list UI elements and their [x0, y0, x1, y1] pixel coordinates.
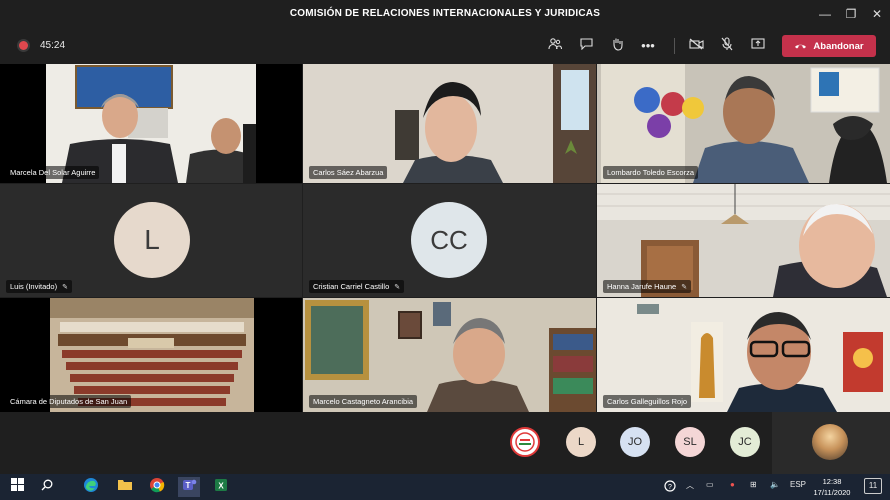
- participant-name-tag: Marcelo Castagneto Arancibia: [309, 395, 418, 408]
- participant-name-tag: Carlos Sáez Abarzua: [309, 166, 388, 179]
- participant-avatar-logo[interactable]: [510, 427, 540, 457]
- notifications-icon[interactable]: 11: [864, 478, 882, 494]
- maximize-icon[interactable]: ❐: [838, 4, 864, 24]
- video-grid: Marcela Del Solar Aguirre Carlos Sáez Ab…: [0, 64, 890, 412]
- participant-name-tag: Luis (Invitado) ✎: [6, 280, 72, 293]
- participant-name-tag: Hanna Jarufe Haune ✎: [603, 280, 692, 293]
- mic-muted-icon: ✎: [62, 283, 68, 291]
- mic-muted-icon: ✎: [394, 283, 401, 291]
- show-hidden-icons-icon[interactable]: ︿: [686, 480, 694, 491]
- video-tile[interactable]: Carlos Sáez Abarzua: [303, 64, 596, 183]
- participant-avatar: L: [114, 202, 190, 278]
- participant-avatar-small[interactable]: JO: [620, 427, 650, 457]
- notification-count: 11: [868, 481, 878, 490]
- camera-off-icon[interactable]: [685, 37, 707, 55]
- mic-muted-icon: ✎: [681, 283, 688, 291]
- minimize-icon[interactable]: —: [812, 4, 838, 24]
- more-options-icon[interactable]: •••: [637, 37, 659, 55]
- title-bar: COMISIÓN DE RELACIONES INTERNACIONALES Y…: [0, 0, 890, 28]
- svg-text:?: ?: [668, 484, 672, 491]
- participant-avatar-small[interactable]: JC: [730, 427, 760, 457]
- taskbar-clock[interactable]: 12:38 17/11/2020: [810, 476, 854, 498]
- network-icon[interactable]: ⊞: [750, 480, 757, 489]
- share-screen-icon[interactable]: [747, 37, 769, 55]
- participant-avatar-small[interactable]: L: [566, 427, 596, 457]
- clock-date: 17/11/2020: [813, 488, 851, 497]
- chrome-icon[interactable]: [146, 477, 168, 497]
- raise-hand-icon[interactable]: [606, 37, 628, 55]
- hangup-icon: [794, 41, 807, 52]
- chat-icon[interactable]: [575, 37, 597, 55]
- clock-time: 12:38: [822, 477, 842, 486]
- video-tile[interactable]: Lombardo Toledo Escorza: [597, 64, 890, 183]
- excel-icon[interactable]: X: [210, 477, 232, 497]
- teams-icon[interactable]: T: [178, 477, 200, 497]
- participant-name-tag: Cristian Carriel Castillo ✎: [309, 280, 405, 293]
- video-tile[interactable]: CC Cristian Carriel Castillo ✎: [303, 184, 596, 297]
- window-title: COMISIÓN DE RELACIONES INTERNACIONALES Y…: [289, 8, 601, 19]
- leave-button[interactable]: Abandonar: [782, 35, 876, 57]
- file-explorer-icon[interactable]: [114, 477, 136, 497]
- meeting-timer: 45:24: [40, 40, 66, 51]
- language-indicator[interactable]: ESP: [790, 480, 806, 489]
- antivirus-icon[interactable]: ●: [730, 480, 735, 489]
- self-avatar: [812, 424, 848, 460]
- participants-icon[interactable]: [544, 37, 566, 55]
- search-icon[interactable]: [36, 477, 58, 497]
- self-view-tile[interactable]: [772, 412, 890, 474]
- edge-icon[interactable]: [80, 477, 102, 497]
- participant-name-tag: Marcela Del Solar Aguirre: [6, 166, 100, 179]
- recording-icon: [19, 41, 28, 50]
- video-tile[interactable]: Marcelo Castagneto Arancibia: [303, 298, 596, 412]
- battery-icon[interactable]: ▭: [706, 480, 714, 489]
- leave-label: Abandonar: [813, 40, 864, 52]
- volume-icon[interactable]: 🔈: [770, 480, 780, 489]
- video-tile[interactable]: Hanna Jarufe Haune ✎: [597, 184, 890, 297]
- help-icon[interactable]: ?: [664, 480, 676, 494]
- participant-name-tag: Carlos Galleguillos Rojo: [603, 395, 692, 408]
- participant-name-tag: Cámara de Diputados de San Juan: [6, 395, 132, 408]
- participant-avatar: CC: [411, 202, 487, 278]
- video-tile[interactable]: Cámara de Diputados de San Juan: [0, 298, 302, 412]
- windows-start-icon[interactable]: [6, 477, 28, 497]
- video-tile[interactable]: L Luis (Invitado) ✎: [0, 184, 302, 297]
- video-tile[interactable]: Marcela Del Solar Aguirre: [0, 64, 302, 183]
- video-tile[interactable]: Carlos Galleguillos Rojo: [597, 298, 890, 412]
- close-icon[interactable]: ✕: [864, 4, 890, 24]
- svg-text:X: X: [218, 482, 224, 491]
- mic-off-icon[interactable]: [716, 37, 738, 55]
- participant-overflow-bar: L JO SL JC: [0, 412, 890, 474]
- svg-text:T: T: [186, 481, 191, 490]
- taskbar: T X ? ︿ ▭ ● ⊞ 🔈 ESP 12:38 17/11/2020 11: [0, 474, 890, 500]
- participant-name-tag: Lombardo Toledo Escorza: [603, 166, 698, 179]
- toolbar-divider: [674, 38, 675, 54]
- participant-avatar-small[interactable]: SL: [675, 427, 705, 457]
- meeting-toolbar: 45:24 ••• Abandonar: [0, 28, 890, 64]
